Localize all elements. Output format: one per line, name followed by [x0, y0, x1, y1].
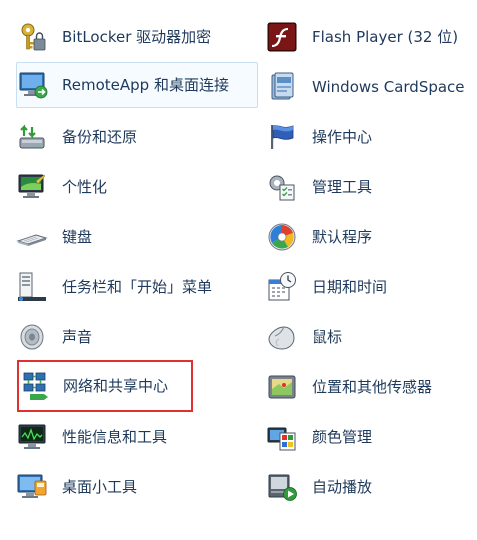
cp-item-label: Flash Player (32 位) [312, 28, 459, 46]
cp-item-label: 个性化 [62, 178, 108, 196]
cp-item-bitlocker[interactable]: BitLocker 驱动器加密 [16, 14, 256, 60]
cp-item-taskbar[interactable]: 任务栏和「开始」菜单 [16, 264, 256, 310]
cp-item-default-programs[interactable]: 默认程序 [266, 214, 471, 260]
cp-item-label: 操作中心 [312, 128, 373, 146]
backup-restore-icon [16, 121, 48, 153]
cp-item-cardspace[interactable]: Windows CardSpace [266, 64, 471, 110]
speaker-icon [16, 321, 48, 353]
default-programs-icon [266, 221, 298, 253]
autoplay-icon [266, 471, 298, 503]
cp-item-keyboard[interactable]: 键盘 [16, 214, 256, 260]
network-sharing-icon [22, 370, 54, 402]
cp-item-label: 颜色管理 [312, 428, 373, 446]
cp-item-color-management[interactable]: 颜色管理 [266, 414, 471, 460]
cp-item-remoteapp[interactable]: RemoteApp 和桌面连接 [16, 62, 258, 108]
cp-item-flash-player[interactable]: Flash Player (32 位) [266, 14, 471, 60]
admin-tools-icon [266, 171, 298, 203]
location-sensors-icon [266, 371, 298, 403]
cp-item-label: RemoteApp 和桌面连接 [62, 76, 229, 94]
mouse-icon [266, 321, 298, 353]
cp-item-admin-tools[interactable]: 管理工具 [266, 164, 471, 210]
bitlocker-key-icon [16, 21, 48, 53]
cp-item-label: 自动播放 [312, 478, 373, 496]
cp-item-label: 鼠标 [312, 328, 343, 346]
cp-item-label: 管理工具 [312, 178, 373, 196]
cp-item-label: 声音 [62, 328, 93, 346]
taskbar-start-menu-icon [16, 271, 48, 303]
cp-item-action-center[interactable]: 操作中心 [266, 114, 471, 160]
cp-item-label: 位置和其他传感器 [312, 378, 433, 396]
cp-item-label: 日期和时间 [312, 278, 388, 296]
cp-item-network-sharing[interactable]: 网络和共享中心 [17, 360, 193, 412]
cp-item-label: 默认程序 [312, 228, 373, 246]
cp-item-date-time[interactable]: 日期和时间 [266, 264, 471, 310]
cardspace-icon [266, 71, 298, 103]
cp-item-label: Windows CardSpace [312, 78, 465, 96]
desktop-gadgets-icon [16, 471, 48, 503]
cp-item-backup[interactable]: 备份和还原 [16, 114, 256, 160]
performance-monitor-icon [16, 421, 48, 453]
action-center-flag-icon [266, 121, 298, 153]
flash-player-icon [266, 21, 298, 53]
cp-item-mouse[interactable]: 鼠标 [266, 314, 471, 360]
cp-item-label: 备份和还原 [62, 128, 138, 146]
color-management-icon [266, 421, 298, 453]
cp-item-label: 任务栏和「开始」菜单 [62, 278, 213, 296]
remoteapp-monitor-icon [17, 69, 49, 101]
cp-item-performance[interactable]: 性能信息和工具 [16, 414, 256, 460]
cp-item-personalization[interactable]: 个性化 [16, 164, 256, 210]
personalization-monitor-icon [16, 171, 48, 203]
cp-item-sound[interactable]: 声音 [16, 314, 256, 360]
cp-item-gadgets[interactable]: 桌面小工具 [16, 464, 256, 510]
cp-item-autoplay[interactable]: 自动播放 [266, 464, 471, 510]
cp-item-label: BitLocker 驱动器加密 [62, 28, 212, 46]
cp-item-label: 键盘 [62, 228, 93, 246]
keyboard-icon [16, 221, 48, 253]
cp-item-location-sensors[interactable]: 位置和其他传感器 [266, 364, 471, 410]
date-time-icon [266, 271, 298, 303]
cp-item-label: 桌面小工具 [62, 478, 138, 496]
cp-item-label: 性能信息和工具 [62, 428, 168, 446]
cp-item-label: 网络和共享中心 [63, 377, 169, 395]
